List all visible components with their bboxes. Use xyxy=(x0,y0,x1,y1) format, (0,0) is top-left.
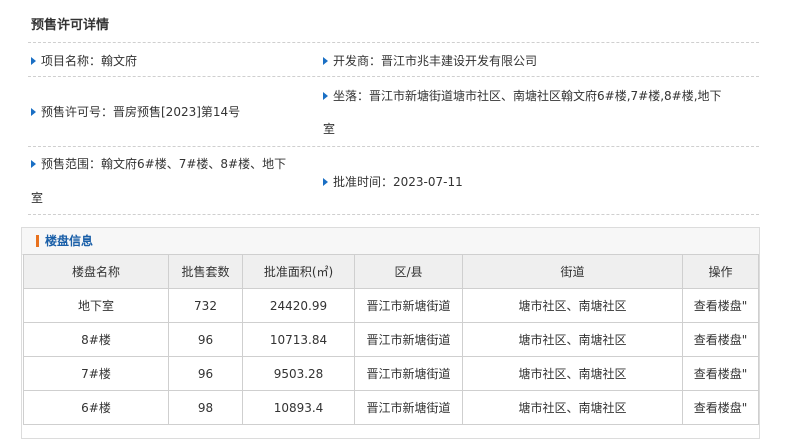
location-text: 坐落：晋江市新塘街道塘市社区、南塘社区翰文府6#楼,7#楼,8#楼,地下 xyxy=(333,89,722,103)
approved-area: 9503.28 xyxy=(242,356,355,391)
sale-scope-text: 预售范围：翰文府6#楼、7#楼、8#楼、地下 xyxy=(41,157,287,171)
table-header-row: 楼盘名称 批售套数 批准面积(㎡) 区/县 街道 操作 xyxy=(23,254,759,289)
column-header: 街道 xyxy=(462,254,683,289)
permit-no-text: 预售许可号：晋房预售[2023]第14号 xyxy=(41,105,241,119)
approval-date: 批准时间：2023-07-11 xyxy=(323,172,463,192)
location-text-continued: 室 xyxy=(323,122,336,136)
building-table: 楼盘名称 批售套数 批准面积(㎡) 区/县 街道 操作 地下室 732 2442… xyxy=(23,254,759,425)
building-name: 8#楼 xyxy=(23,322,169,357)
permit-no: 预售许可号：晋房预售[2023]第14号 xyxy=(31,102,240,122)
table-row: 8#楼 96 10713.84 晋江市新塘街道 塘市社区、南塘社区 查看楼盘" xyxy=(23,322,759,357)
panel-title: 楼盘信息 xyxy=(45,234,94,248)
street: 塘市社区、南塘社区 xyxy=(462,288,683,323)
developer-text: 开发商：晋江市兆丰建设开发有限公司 xyxy=(333,54,538,68)
approved-area: 10713.84 xyxy=(242,322,355,357)
building-info-panel: 楼盘信息 楼盘名称 批售套数 批准面积(㎡) 区/县 街道 操作 地下室 732… xyxy=(21,227,760,439)
street: 塘市社区、南塘社区 xyxy=(462,390,683,425)
approved-area: 10893.4 xyxy=(242,390,355,425)
view-building-link[interactable]: 查看楼盘" xyxy=(682,322,759,357)
units-count: 96 xyxy=(168,322,243,357)
column-header: 批售套数 xyxy=(168,254,243,289)
building-name: 6#楼 xyxy=(23,390,169,425)
divider xyxy=(28,146,759,147)
sale-scope-text-continued: 室 xyxy=(31,191,44,205)
table-row: 6#楼 98 10893.4 晋江市新塘街道 塘市社区、南塘社区 查看楼盘" xyxy=(23,390,759,425)
developer: 开发商：晋江市兆丰建设开发有限公司 xyxy=(323,51,537,71)
location-continued: 室 xyxy=(323,119,335,139)
sale-scope-continued: 室 xyxy=(31,188,43,208)
approval-date-text: 批准时间：2023-07-11 xyxy=(333,175,463,189)
view-building-link[interactable]: 查看楼盘" xyxy=(682,390,759,425)
building-name: 地下室 xyxy=(23,288,169,323)
panel-header: 楼盘信息 xyxy=(22,228,759,255)
triangle-icon xyxy=(323,56,328,65)
district: 晋江市新塘街道 xyxy=(354,390,463,425)
district: 晋江市新塘街道 xyxy=(354,356,463,391)
column-header: 批准面积(㎡) xyxy=(242,254,355,289)
approved-area: 24420.99 xyxy=(242,288,355,323)
triangle-icon xyxy=(31,159,36,168)
units-count: 96 xyxy=(168,356,243,391)
building-name: 7#楼 xyxy=(23,356,169,391)
column-header: 区/县 xyxy=(354,254,463,289)
triangle-icon xyxy=(323,177,328,186)
units-count: 98 xyxy=(168,390,243,425)
divider xyxy=(28,42,759,43)
triangle-icon xyxy=(31,56,36,65)
table-row: 地下室 732 24420.99 晋江市新塘街道 塘市社区、南塘社区 查看楼盘" xyxy=(23,288,759,323)
view-building-link[interactable]: 查看楼盘" xyxy=(682,356,759,391)
street: 塘市社区、南塘社区 xyxy=(462,356,683,391)
table-row: 7#楼 96 9503.28 晋江市新塘街道 塘市社区、南塘社区 查看楼盘" xyxy=(23,356,759,391)
sale-scope: 预售范围：翰文府6#楼、7#楼、8#楼、地下 xyxy=(31,154,286,174)
divider xyxy=(28,214,759,215)
units-count: 732 xyxy=(168,288,243,323)
district: 晋江市新塘街道 xyxy=(354,288,463,323)
divider xyxy=(28,76,759,77)
district: 晋江市新塘街道 xyxy=(354,322,463,357)
column-header: 操作 xyxy=(682,254,759,289)
street: 塘市社区、南塘社区 xyxy=(462,322,683,357)
view-building-link[interactable]: 查看楼盘" xyxy=(682,288,759,323)
location: 坐落：晋江市新塘街道塘市社区、南塘社区翰文府6#楼,7#楼,8#楼,地下 xyxy=(323,86,722,106)
triangle-icon xyxy=(31,107,36,116)
project-name-text: 项目名称：翰文府 xyxy=(41,54,138,68)
column-header: 楼盘名称 xyxy=(23,254,169,289)
project-name: 项目名称：翰文府 xyxy=(31,51,137,71)
page-title: 预售许可详情 xyxy=(31,18,110,33)
panel-accent-bar xyxy=(36,235,39,247)
triangle-icon xyxy=(323,91,328,100)
